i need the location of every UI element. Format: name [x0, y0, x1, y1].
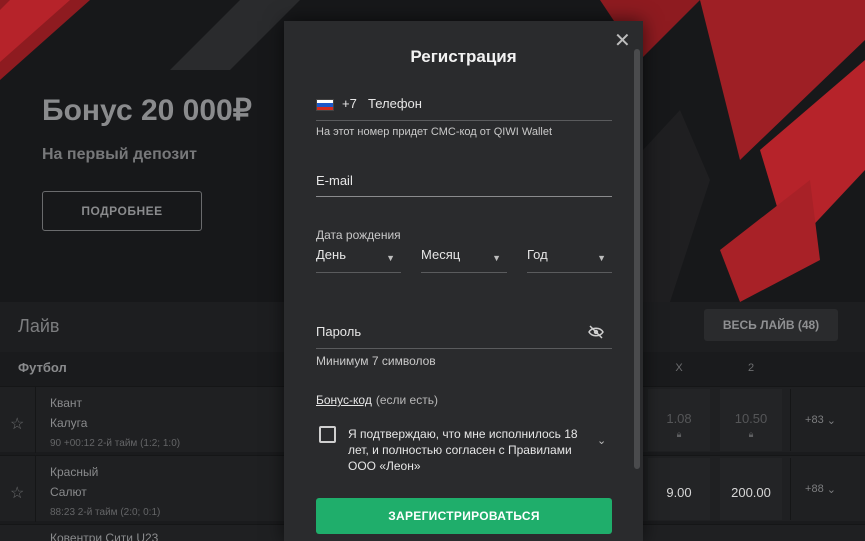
divider: [35, 456, 36, 522]
sport-name: Футбол: [18, 360, 67, 375]
match-info: 90 +00:12 2-й тайм (1:2; 1:0): [50, 438, 181, 449]
team-home: Красный: [50, 465, 99, 479]
odd-2[interactable]: 200.00: [720, 458, 782, 520]
odd-x[interactable]: 1.08 🔒︎: [648, 389, 710, 451]
team-home: Ковентри Сити U23: [50, 531, 159, 541]
chevron-down-icon: ⌄: [826, 483, 836, 496]
chevron-down-icon[interactable]: ⌄: [597, 434, 606, 447]
odd-2[interactable]: 10.50 🔒︎: [720, 389, 782, 451]
star-icon[interactable]: ☆: [10, 414, 24, 434]
odd-x[interactable]: 9.00: [648, 458, 710, 520]
month-value: Месяц: [421, 247, 461, 262]
more-markets[interactable]: +83 ⌄: [790, 389, 850, 451]
modal-title: Регистрация: [410, 47, 517, 66]
year-select[interactable]: Год ▼: [527, 247, 612, 273]
star-icon[interactable]: ☆: [10, 483, 24, 503]
day-select[interactable]: День ▼: [316, 247, 401, 273]
password-underline: [316, 348, 612, 349]
more-markets[interactable]: +88 ⌄: [790, 458, 850, 520]
email-field[interactable]: E-mail: [316, 173, 353, 188]
banner-title: Бонус 20 000₽: [42, 94, 252, 127]
caret-down-icon: ▼: [597, 253, 606, 263]
team-home: Квант: [50, 396, 83, 410]
day-value: День: [316, 247, 346, 262]
banner-subtitle: На первый депозит: [42, 146, 197, 163]
agree-checkbox[interactable]: [319, 426, 336, 443]
bonus-code-row: Бонус-код (если есть): [316, 393, 438, 407]
phone-underline: [316, 120, 612, 121]
odd-value: 10.50: [734, 411, 768, 426]
bonus-code-link[interactable]: Бонус-код: [316, 393, 372, 407]
more-count: +83: [805, 414, 824, 426]
email-underline: [316, 196, 612, 197]
russia-flag-icon[interactable]: [316, 99, 334, 111]
chevron-down-icon: ⌄: [826, 414, 836, 427]
eye-off-icon[interactable]: [588, 324, 604, 340]
phone-input[interactable]: Телефон: [368, 96, 422, 111]
password-field[interactable]: Пароль: [316, 324, 361, 339]
odd-value: 200.00: [731, 485, 771, 500]
bonus-optional: (если есть): [375, 393, 438, 407]
password-hint: Минимум 7 символов: [316, 354, 436, 368]
close-icon[interactable]: ✕: [614, 31, 631, 51]
divider: [35, 387, 36, 453]
column-2: 2: [747, 362, 755, 374]
live-title: Лайв: [18, 316, 60, 336]
register-button[interactable]: ЗАРЕГИСТРИРОВАТЬСЯ: [316, 498, 612, 534]
column-x: X: [675, 362, 683, 374]
more-count: +88: [805, 483, 824, 495]
team-away: Калуга: [50, 416, 88, 430]
odd-value: 1.08: [666, 411, 692, 426]
agree-text: Я подтверждаю, что мне исполнилось 18 ле…: [348, 427, 578, 473]
phone-country-code[interactable]: +7: [342, 96, 357, 111]
odd-value: 9.00: [666, 485, 692, 500]
caret-down-icon: ▼: [386, 253, 395, 263]
year-value: Год: [527, 247, 548, 262]
caret-down-icon: ▼: [492, 253, 501, 263]
lock-icon: 🔒︎: [748, 429, 754, 439]
team-away: Салют: [50, 485, 87, 499]
dob-label: Дата рождения: [316, 228, 401, 242]
registration-modal: Регистрация ✕ +7 Телефон На этот номер п…: [284, 21, 643, 541]
scrollbar[interactable]: [634, 49, 640, 469]
details-button[interactable]: ПОДРОБНЕЕ: [42, 191, 202, 231]
match-info: 88:23 2-й тайм (2:0; 0:1): [50, 507, 161, 518]
month-select[interactable]: Месяц ▼: [421, 247, 507, 273]
all-live-button[interactable]: ВЕСЬ ЛАЙВ (48): [704, 309, 838, 341]
lock-icon: 🔒︎: [676, 429, 682, 439]
phone-hint: На этот номер придет СМС-код от QIWI Wal…: [316, 126, 553, 138]
